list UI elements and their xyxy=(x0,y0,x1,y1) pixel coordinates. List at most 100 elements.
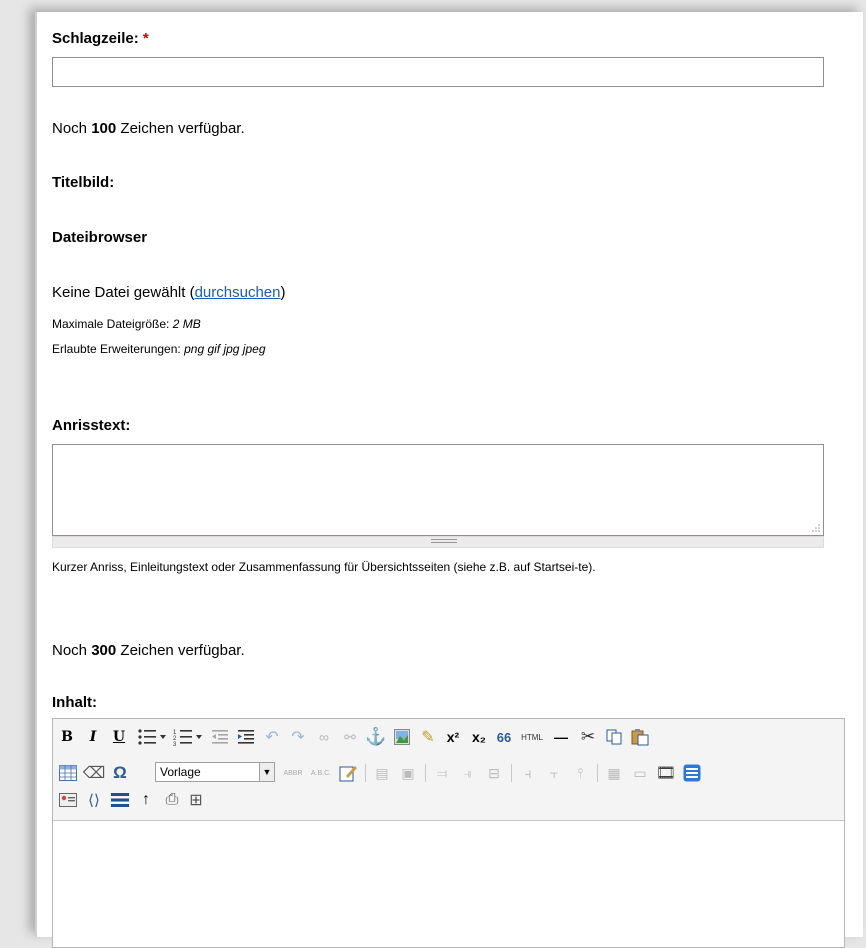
abbreviation-button[interactable]: ABBR xyxy=(279,762,307,784)
extensions-value: png gif jpg jpeg xyxy=(184,342,266,356)
teaser-label: Anrisstext: xyxy=(52,417,131,434)
teaser-help-text: Kurzer Anriss, Einleitungstext oder Zusa… xyxy=(52,560,596,574)
headline-input[interactable] xyxy=(52,57,824,87)
italic-button[interactable]: I xyxy=(83,726,103,748)
counter-prefix: Noch xyxy=(52,642,88,659)
cut-icon[interactable]: ✂ xyxy=(577,726,599,748)
title-image-label: Titelbild: xyxy=(52,174,115,191)
browse-link[interactable]: durchsuchen xyxy=(195,284,281,301)
paren-close: ) xyxy=(280,284,286,301)
clean-format-icon[interactable]: ✎ xyxy=(417,726,439,748)
insert-row-after-icon[interactable]: ⫣ xyxy=(457,762,479,784)
no-file-text: Keine Datei gewählt ( xyxy=(52,284,195,301)
outdent-button[interactable] xyxy=(209,726,231,748)
image-icon xyxy=(394,729,410,745)
media-icon[interactable]: 🎞 xyxy=(655,762,677,784)
insert-col-before-icon[interactable]: ⫞ xyxy=(517,762,539,784)
block-format-icon xyxy=(111,793,129,807)
counter-suffix: Zeichen verfügbar. xyxy=(120,120,245,137)
toolbar-separator xyxy=(365,764,366,782)
textarea-resize-bar[interactable] xyxy=(52,536,824,548)
merge-cells-icon[interactable]: ▭ xyxy=(629,762,651,784)
toolbar-separator xyxy=(597,764,598,782)
delete-row-icon[interactable]: ⊟ xyxy=(483,762,505,784)
html-source-button[interactable]: HTML xyxy=(517,726,547,748)
redo-icon[interactable]: ↷ xyxy=(287,726,309,748)
resize-grip-icon[interactable] xyxy=(812,524,820,532)
counter-value: 100 xyxy=(91,120,117,137)
counter-suffix: Zeichen verfügbar. xyxy=(120,642,245,659)
style-select-value: Vorlage xyxy=(160,765,201,779)
teaser-textarea[interactable] xyxy=(52,444,824,536)
unlink-icon[interactable]: ⚯ xyxy=(339,726,361,748)
extensions-label: Erlaubte Erweiterungen: xyxy=(52,342,181,356)
arrow-up-icon[interactable]: ↑ xyxy=(135,789,157,811)
headline-label-text: Schlagzeile: xyxy=(52,30,139,47)
table-button[interactable] xyxy=(57,762,79,784)
contact-card-icon xyxy=(59,793,77,807)
indent-icon xyxy=(238,730,254,744)
blockquote-button[interactable]: 66 xyxy=(493,726,515,748)
copy-icon xyxy=(606,729,622,745)
file-selection-status: Keine Datei gewählt (durchsuchen) xyxy=(52,284,286,301)
max-file-size: Maximale Dateigröße: 2 MB xyxy=(52,317,201,331)
counter-value: 300 xyxy=(91,642,117,659)
max-size-value: 2 MB xyxy=(172,317,201,331)
allowed-extensions: Erlaubte Erweiterungen: png gif jpg jpeg xyxy=(52,342,266,356)
headline-label: Schlagzeile: * xyxy=(52,30,149,47)
indent-button[interactable] xyxy=(235,726,257,748)
print-preview-icon[interactable]: ⎙ xyxy=(161,789,183,811)
template-button[interactable] xyxy=(681,762,703,784)
undo-icon[interactable]: ↶ xyxy=(261,726,283,748)
acronym-button[interactable]: A.B.C. xyxy=(307,762,335,784)
split-cells-icon[interactable]: ▦ xyxy=(603,762,625,784)
edit-button[interactable] xyxy=(337,762,359,784)
image-button[interactable] xyxy=(391,726,413,748)
paste-icon xyxy=(631,729,649,746)
resize-handle-icon[interactable] xyxy=(431,539,457,540)
code-snippet-icon[interactable]: ⟨⟩ xyxy=(83,789,105,811)
insert-row-before-icon[interactable]: ⫤ xyxy=(431,762,453,784)
paste-button[interactable] xyxy=(629,726,651,748)
required-mark: * xyxy=(142,30,149,47)
outdent-icon xyxy=(212,730,228,744)
subscript-button[interactable]: x₂ xyxy=(467,726,491,748)
page-break-icon[interactable]: ⊞ xyxy=(185,789,207,811)
edit-icon xyxy=(339,766,357,782)
editor-toolbar: B I U 123 ↶ ↷ ∞ ⚯ ⚓ ✎ x² x₂ 66 HTML — ✂ … xyxy=(53,719,844,821)
style-select[interactable]: Vorlage ▼ xyxy=(155,762,275,782)
insert-col-after-icon[interactable]: ⫟ xyxy=(543,762,565,784)
bullet-list-icon xyxy=(138,729,166,745)
toolbar-separator xyxy=(425,764,426,782)
anchor-icon[interactable]: ⚓ xyxy=(365,726,387,748)
numbered-list-button[interactable]: 123 xyxy=(171,726,205,748)
special-char-button[interactable]: Ω xyxy=(109,762,131,784)
table-cell-props-icon[interactable]: ▣ xyxy=(397,762,419,784)
template-icon xyxy=(683,764,701,782)
numbered-list-icon: 123 xyxy=(173,730,202,746)
svg-text:3: 3 xyxy=(173,742,177,746)
superscript-button[interactable]: x² xyxy=(441,726,465,748)
max-size-label: Maximale Dateigröße: xyxy=(52,317,170,331)
underline-button[interactable]: U xyxy=(109,726,129,748)
chevron-down-icon[interactable]: ▼ xyxy=(259,763,274,781)
bold-button[interactable]: B xyxy=(57,726,77,748)
form-page: Schlagzeile: * Noch 100 Zeichen verfügba… xyxy=(35,12,863,948)
headline-char-counter: Noch 100 Zeichen verfügbar. xyxy=(52,120,245,137)
bullet-list-button[interactable] xyxy=(135,726,169,748)
file-browser-heading: Dateibrowser xyxy=(52,229,148,246)
delete-col-icon[interactable]: ⫯ xyxy=(569,762,591,784)
table-row-props-icon[interactable]: ▤ xyxy=(371,762,393,784)
link-icon[interactable]: ∞ xyxy=(313,726,335,748)
contact-card-button[interactable] xyxy=(57,789,79,811)
copy-button[interactable] xyxy=(603,726,625,748)
rich-text-editor: B I U 123 ↶ ↷ ∞ ⚯ ⚓ ✎ x² x₂ 66 HTML — ✂ … xyxy=(52,718,845,948)
block-format-button[interactable] xyxy=(109,789,131,811)
horizontal-rule-button[interactable]: — xyxy=(549,726,573,748)
teaser-char-counter: Noch 300 Zeichen verfügbar. xyxy=(52,642,245,659)
toolbar-separator xyxy=(511,764,512,782)
counter-prefix: Noch xyxy=(52,120,88,137)
content-label: Inhalt: xyxy=(52,694,97,711)
table-icon xyxy=(59,765,77,781)
eraser-icon[interactable]: ⌫ xyxy=(83,762,106,784)
